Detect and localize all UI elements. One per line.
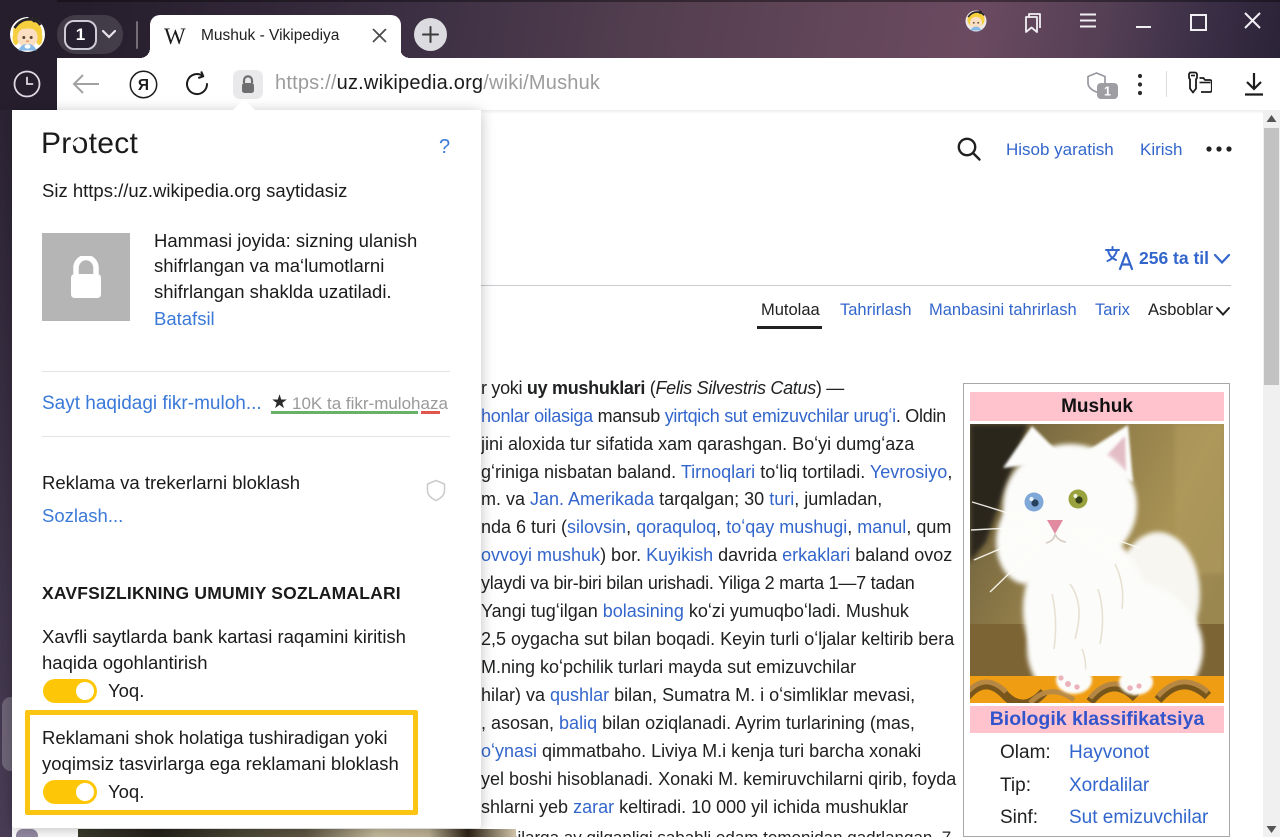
svg-text:Я: Я [138,77,149,94]
svg-text:1: 1 [1104,85,1111,99]
